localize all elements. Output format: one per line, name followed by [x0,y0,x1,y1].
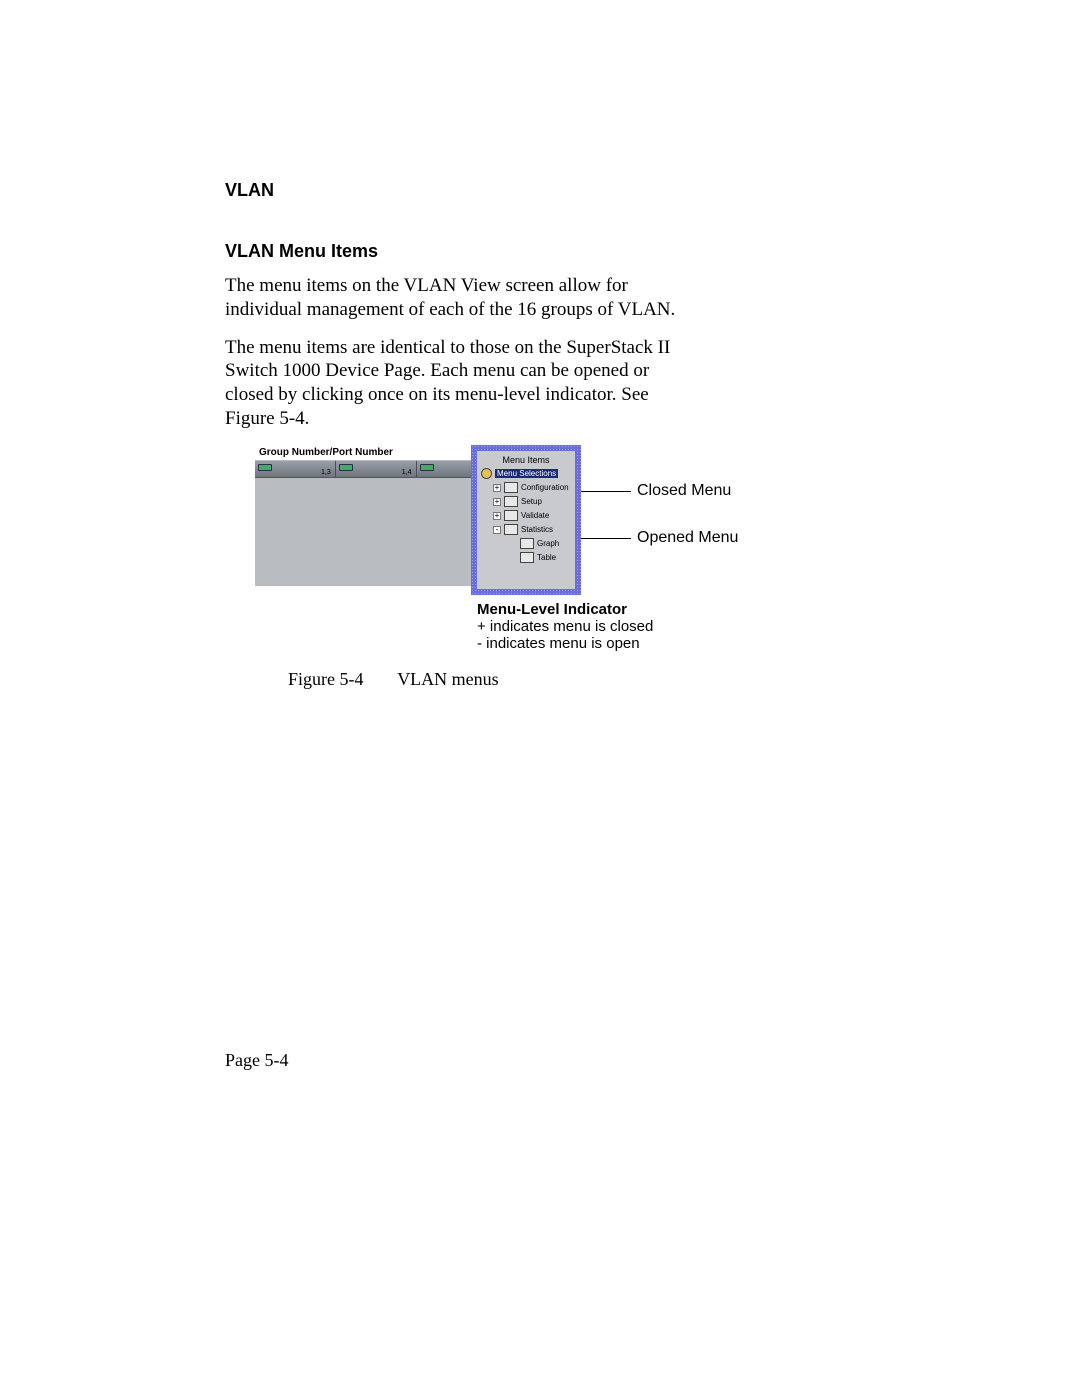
port-led-icon [339,464,353,471]
legend-line: - indicates menu is open [477,635,653,652]
expand-toggle-icon[interactable]: + [493,498,501,506]
menu-item-statistics[interactable]: - Statistics [477,523,575,537]
figure-caption: Figure 5-4 VLAN menus [288,669,499,690]
page-number: Page 5-4 [225,1050,288,1071]
menu-item-setup[interactable]: + Setup [477,495,575,509]
body-paragraph: The menu items on the VLAN View screen a… [225,274,685,322]
legend-line: + indicates menu is closed [477,618,653,635]
menu-item-label: Statistics [521,525,553,534]
menu-item-label: Configuration [521,483,569,492]
menu-item-label: Setup [521,497,542,506]
menu-item-icon [504,510,518,521]
menu-item-icon [520,552,534,563]
port-led-icon [420,464,434,471]
legend-title: Menu-Level Indicator [477,601,653,618]
menu-item-configuration[interactable]: + Configuration [477,481,575,495]
menu-level-indicator-legend: Menu-Level Indicator + indicates menu is… [477,601,653,653]
port-cell: 1,4 [336,461,417,477]
figure-5-4: Group Number/Port Number 1,3 1,4 1,7 1,8 [255,445,835,645]
menu-item-graph[interactable]: Graph [477,537,575,551]
menu-items-panel-border: Menu Items Menu Selections + Configurati… [471,445,581,595]
menu-item-label: Menu Selections [495,469,558,478]
callout-opened-menu: Opened Menu [637,529,738,547]
tree-branch-icon [509,557,517,558]
callout-line [581,491,631,492]
port-number: 1,3 [321,469,331,476]
callout-closed-menu: Closed Menu [637,482,731,500]
menu-item-label: Validate [521,511,549,520]
menu-item-validate[interactable]: + Validate [477,509,575,523]
port-cell: 1,3 [255,461,336,477]
menu-item-table[interactable]: Table [477,551,575,565]
menu-panel-title: Menu Items [477,451,575,467]
menu-items-panel: Menu Items Menu Selections + Configurati… [477,451,575,589]
expand-toggle-icon[interactable]: + [493,484,501,492]
callout-line [581,538,631,539]
menu-item-label: Graph [537,539,559,548]
body-paragraph: The menu items are identical to those on… [225,336,685,431]
port-led-icon [258,464,272,471]
folder-open-icon [481,468,492,479]
collapse-toggle-icon[interactable]: - [493,526,501,534]
section-heading: VLAN Menu Items [225,241,865,262]
expand-toggle-icon[interactable]: + [493,512,501,520]
menu-root-item[interactable]: Menu Selections [477,467,575,481]
figure-caption-label: Figure 5-4 [288,669,393,690]
menu-item-icon [504,496,518,507]
page-header: VLAN [225,180,865,201]
menu-item-icon [520,538,534,549]
menu-item-icon [504,482,518,493]
figure-caption-text: VLAN menus [397,669,499,689]
port-number: 1,4 [402,469,412,476]
menu-item-icon [504,524,518,535]
menu-item-label: Table [537,553,556,562]
tree-branch-icon [509,543,517,544]
